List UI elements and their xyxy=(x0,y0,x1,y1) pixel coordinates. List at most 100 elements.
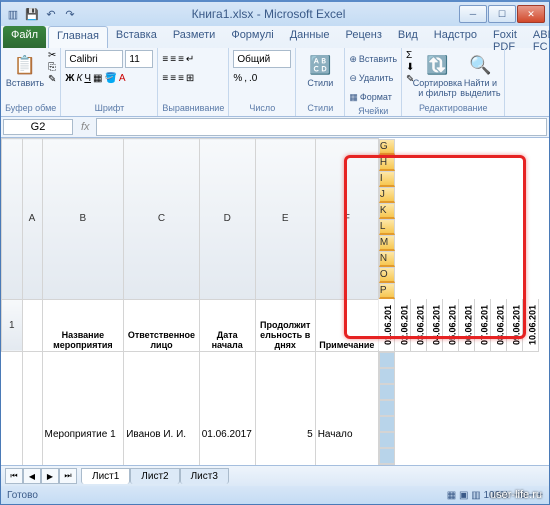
cell[interactable] xyxy=(379,416,395,432)
row-header[interactable]: 1 xyxy=(2,299,23,351)
col-header[interactable]: A xyxy=(22,139,42,300)
cell[interactable]: 5 xyxy=(255,351,315,465)
col-header[interactable]: C xyxy=(124,139,199,300)
ribbon-tab[interactable]: Foxit PDF xyxy=(485,26,525,48)
col-header[interactable]: D xyxy=(199,139,255,300)
brush-icon[interactable]: ✎ xyxy=(48,74,56,85)
select-all[interactable] xyxy=(2,139,23,300)
cell[interactable]: 05.06.201 xyxy=(443,299,459,351)
cell[interactable] xyxy=(379,448,395,464)
formula-input[interactable] xyxy=(96,118,547,136)
sheet-tab[interactable]: Лист1 xyxy=(81,468,130,484)
ribbon-tab[interactable]: Реценз xyxy=(337,26,389,48)
cell[interactable] xyxy=(379,384,395,400)
nav-last[interactable]: ⏭ xyxy=(59,468,77,484)
size-select[interactable]: 11 xyxy=(125,50,153,68)
numfmt-select[interactable]: Общий xyxy=(233,50,291,68)
cell[interactable]: Продолжит ельность в днях xyxy=(255,299,315,351)
cell[interactable]: 08.06.201 xyxy=(491,299,507,351)
watermark: user-life.ru xyxy=(490,489,542,501)
copy-icon[interactable]: ⎘ xyxy=(48,62,56,73)
bold-button[interactable]: Ж xyxy=(65,73,74,84)
nav-next[interactable]: ▶ xyxy=(41,468,59,484)
cell[interactable]: 09.06.201 xyxy=(507,299,523,351)
col-header[interactable]: F xyxy=(315,139,378,300)
col-header[interactable]: H xyxy=(379,155,395,171)
col-header[interactable]: G xyxy=(379,139,395,155)
window-title: Книга1.xlsx - Microsoft Excel xyxy=(78,7,459,21)
name-box[interactable]: G2 xyxy=(3,119,73,135)
cell[interactable]: 02.06.201 xyxy=(395,299,411,351)
font-select[interactable]: Calibri xyxy=(65,50,123,68)
fx-icon[interactable]: fx xyxy=(75,121,96,133)
minimize-button[interactable]: ─ xyxy=(459,5,487,23)
cell[interactable] xyxy=(379,400,395,416)
col-header[interactable]: B xyxy=(42,139,124,300)
cell[interactable]: Дата начала xyxy=(199,299,255,351)
cell[interactable]: 10.06.201 xyxy=(523,299,539,351)
cell[interactable] xyxy=(22,299,42,351)
nav-prev[interactable]: ◀ xyxy=(23,468,41,484)
italic-button[interactable]: К xyxy=(76,73,82,84)
ribbon-tab[interactable]: Главная xyxy=(48,26,108,48)
col-header[interactable]: O xyxy=(379,267,395,283)
cell[interactable] xyxy=(379,368,395,384)
sheet-tabs: ⏮◀▶⏭ Лист1Лист2Лист3 xyxy=(1,465,549,486)
cell[interactable]: 01.06.2017 xyxy=(199,351,255,465)
ribbon-tab[interactable]: Вид xyxy=(390,26,426,48)
cell[interactable]: 01.06.201 xyxy=(378,299,395,351)
cell[interactable]: Начало xyxy=(315,351,378,465)
cell[interactable]: Иванов И. И. xyxy=(124,351,199,465)
sort-button[interactable]: 🔃Сортировка и фильтр xyxy=(417,50,457,101)
cell[interactable]: 07.06.201 xyxy=(475,299,491,351)
cell[interactable]: Название мероприятия xyxy=(42,299,124,351)
paste-button[interactable]: 📋Вставить xyxy=(5,50,45,91)
styles-button[interactable]: 🔠Стили xyxy=(300,50,340,91)
cell[interactable] xyxy=(379,352,395,368)
redo-icon[interactable]: ↷ xyxy=(62,6,78,22)
ribbon-tab[interactable]: Размети xyxy=(165,26,224,48)
sheet-tab[interactable]: Лист2 xyxy=(130,468,179,484)
col-header[interactable]: L xyxy=(379,219,395,235)
cell[interactable]: Ответственное лицо xyxy=(124,299,199,351)
col-header[interactable]: J xyxy=(379,187,395,203)
cell[interactable]: 04.06.201 xyxy=(427,299,443,351)
excel-icon: ▥ xyxy=(5,6,21,22)
find-button[interactable]: 🔍Найти и выделить xyxy=(460,50,500,101)
col-header[interactable]: N xyxy=(379,251,395,267)
worksheet[interactable]: ABCDEFGHIJKLMNOP 1 Название мероприятияОтв… xyxy=(1,138,549,465)
cell[interactable]: Мероприятие 1 xyxy=(42,351,124,465)
insert-button[interactable]: ⊕ Вставить xyxy=(349,50,397,68)
ribbon-tab[interactable]: Надстро xyxy=(426,26,485,48)
fill-icon[interactable]: 🪣 xyxy=(104,73,116,84)
underline-button[interactable]: Ч xyxy=(84,73,91,84)
cell[interactable] xyxy=(379,432,395,448)
save-icon[interactable]: 💾 xyxy=(24,6,40,22)
col-header[interactable]: I xyxy=(379,171,395,187)
cell[interactable]: Примечание xyxy=(315,299,378,351)
sheet-tab[interactable]: Лист3 xyxy=(180,468,229,484)
col-header[interactable]: E xyxy=(255,139,315,300)
ribbon-tab[interactable]: Вставка xyxy=(108,26,165,48)
row-header-empty[interactable] xyxy=(22,351,42,465)
delete-button[interactable]: ⊖ Удалить xyxy=(349,69,397,87)
color-icon[interactable]: A xyxy=(119,73,126,84)
cell[interactable]: 03.06.201 xyxy=(411,299,427,351)
ribbon-tab[interactable]: Файл xyxy=(3,26,46,48)
status-bar: Готово▦ ▣ ▥ 100% ─⊙─ + xyxy=(1,486,549,504)
ribbon-tab[interactable]: Данные xyxy=(282,26,338,48)
close-button[interactable]: ✕ xyxy=(517,5,545,23)
format-button[interactable]: ▦ Формат xyxy=(349,88,397,106)
col-header[interactable]: M xyxy=(379,235,395,251)
col-header[interactable]: K xyxy=(379,203,395,219)
nav-first[interactable]: ⏮ xyxy=(5,468,23,484)
border-icon[interactable]: ▦ xyxy=(93,73,102,84)
ribbon-tab[interactable]: ABBYY FC xyxy=(525,26,550,48)
undo-icon[interactable]: ↶ xyxy=(43,6,59,22)
cut-icon[interactable]: ✂ xyxy=(48,50,56,61)
maximize-button[interactable]: ☐ xyxy=(488,5,516,23)
ribbon-tab[interactable]: Формулі xyxy=(223,26,281,48)
cell[interactable] xyxy=(379,464,395,466)
col-header[interactable]: P xyxy=(379,283,395,299)
cell[interactable]: 06.06.201 xyxy=(459,299,475,351)
